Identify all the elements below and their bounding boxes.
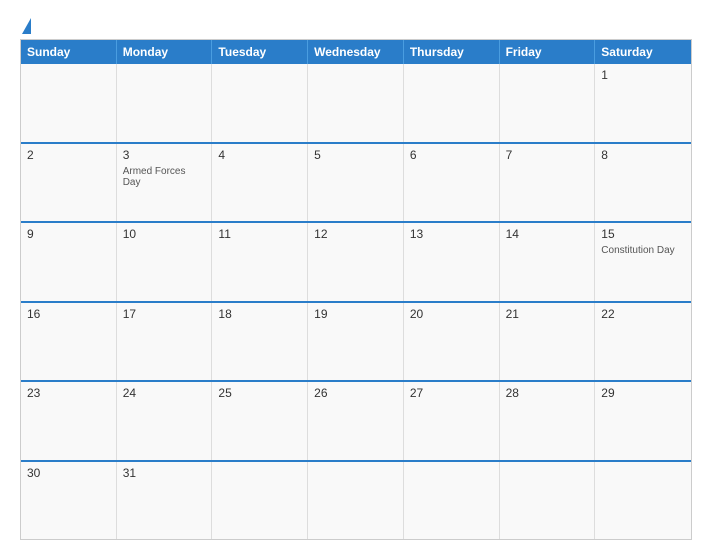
day-header-friday: Friday xyxy=(500,40,596,64)
day-number: 12 xyxy=(314,227,397,241)
day-number: 13 xyxy=(410,227,493,241)
calendar-cell: 28 xyxy=(500,382,596,460)
day-header-monday: Monday xyxy=(117,40,213,64)
day-number: 11 xyxy=(218,227,301,241)
event-label: Armed Forces Day xyxy=(123,166,206,188)
calendar-cell: 18 xyxy=(212,303,308,381)
day-number: 5 xyxy=(314,148,397,162)
day-header-thursday: Thursday xyxy=(404,40,500,64)
calendar-cell: 20 xyxy=(404,303,500,381)
day-number: 16 xyxy=(27,307,110,321)
day-number: 25 xyxy=(218,386,301,400)
calendar-cell xyxy=(308,64,404,142)
calendar-cell: 2 xyxy=(21,144,117,222)
calendar-cell: 17 xyxy=(117,303,213,381)
calendar-cell xyxy=(117,64,213,142)
day-number: 28 xyxy=(506,386,589,400)
day-number: 14 xyxy=(506,227,589,241)
calendar-cell: 4 xyxy=(212,144,308,222)
day-number: 2 xyxy=(27,148,110,162)
calendar-cell: 29 xyxy=(595,382,691,460)
day-number: 7 xyxy=(506,148,589,162)
day-number: 15 xyxy=(601,227,685,241)
calendar-cell: 30 xyxy=(21,462,117,540)
calendar-header-row: SundayMondayTuesdayWednesdayThursdayFrid… xyxy=(21,40,691,64)
calendar-cell: 27 xyxy=(404,382,500,460)
day-number: 23 xyxy=(27,386,110,400)
day-header-saturday: Saturday xyxy=(595,40,691,64)
event-label: Constitution Day xyxy=(601,245,685,256)
day-number: 27 xyxy=(410,386,493,400)
day-number: 22 xyxy=(601,307,685,321)
calendar-cell: 12 xyxy=(308,223,404,301)
day-number: 9 xyxy=(27,227,110,241)
calendar-cell: 22 xyxy=(595,303,691,381)
calendar-cell: 26 xyxy=(308,382,404,460)
calendar-cell: 11 xyxy=(212,223,308,301)
calendar-week-1: 1 xyxy=(21,64,691,142)
day-number: 24 xyxy=(123,386,206,400)
calendar-cell: 9 xyxy=(21,223,117,301)
calendar-cell: 23 xyxy=(21,382,117,460)
day-header-tuesday: Tuesday xyxy=(212,40,308,64)
calendar-cell: 31 xyxy=(117,462,213,540)
calendar-cell: 14 xyxy=(500,223,596,301)
calendar-cell: 10 xyxy=(117,223,213,301)
calendar-week-4: 16 17 18 19 20 21 22 xyxy=(21,301,691,381)
calendar-cell xyxy=(212,64,308,142)
calendar-cell xyxy=(595,462,691,540)
logo xyxy=(20,18,32,31)
day-number: 4 xyxy=(218,148,301,162)
logo-triangle-icon xyxy=(22,18,31,34)
calendar-cell xyxy=(21,64,117,142)
day-number: 19 xyxy=(314,307,397,321)
calendar-body: 123Armed Forces Day456789101112131415Con… xyxy=(21,64,691,539)
day-number: 30 xyxy=(27,466,110,480)
day-number: 10 xyxy=(123,227,206,241)
day-number: 6 xyxy=(410,148,493,162)
calendar-header xyxy=(20,18,692,31)
calendar-cell: 7 xyxy=(500,144,596,222)
day-header-wednesday: Wednesday xyxy=(308,40,404,64)
day-header-sunday: Sunday xyxy=(21,40,117,64)
day-number: 3 xyxy=(123,148,206,162)
calendar-cell: 15 Constitution Day xyxy=(595,223,691,301)
calendar-table: SundayMondayTuesdayWednesdayThursdayFrid… xyxy=(20,39,692,540)
calendar-cell: 3 Armed Forces Day xyxy=(117,144,213,222)
day-number: 18 xyxy=(218,307,301,321)
calendar-cell xyxy=(404,462,500,540)
calendar-week-6: 30 31 xyxy=(21,460,691,540)
page: SundayMondayTuesdayWednesdayThursdayFrid… xyxy=(0,0,712,550)
calendar-cell: 25 xyxy=(212,382,308,460)
calendar-cell xyxy=(212,462,308,540)
day-number: 17 xyxy=(123,307,206,321)
calendar-cell xyxy=(404,64,500,142)
calendar-week-3: 9 10 11 12 13 14 15 Constitution Day xyxy=(21,221,691,301)
day-number: 20 xyxy=(410,307,493,321)
calendar-cell: 24 xyxy=(117,382,213,460)
calendar-cell xyxy=(500,64,596,142)
calendar-cell: 8 xyxy=(595,144,691,222)
calendar-week-2: 23 Armed Forces Day 45678 xyxy=(21,142,691,222)
calendar-cell: 19 xyxy=(308,303,404,381)
day-number: 8 xyxy=(601,148,685,162)
day-number: 31 xyxy=(123,466,206,480)
day-number: 1 xyxy=(601,68,685,82)
calendar-week-5: 23 24 25 26 27 28 29 xyxy=(21,380,691,460)
calendar-cell: 1 xyxy=(595,64,691,142)
calendar-cell xyxy=(500,462,596,540)
calendar-cell: 13 xyxy=(404,223,500,301)
calendar-cell: 21 xyxy=(500,303,596,381)
calendar-cell: 6 xyxy=(404,144,500,222)
calendar-cell: 16 xyxy=(21,303,117,381)
calendar-cell xyxy=(308,462,404,540)
calendar-cell: 5 xyxy=(308,144,404,222)
day-number: 29 xyxy=(601,386,685,400)
day-number: 26 xyxy=(314,386,397,400)
day-number: 21 xyxy=(506,307,589,321)
